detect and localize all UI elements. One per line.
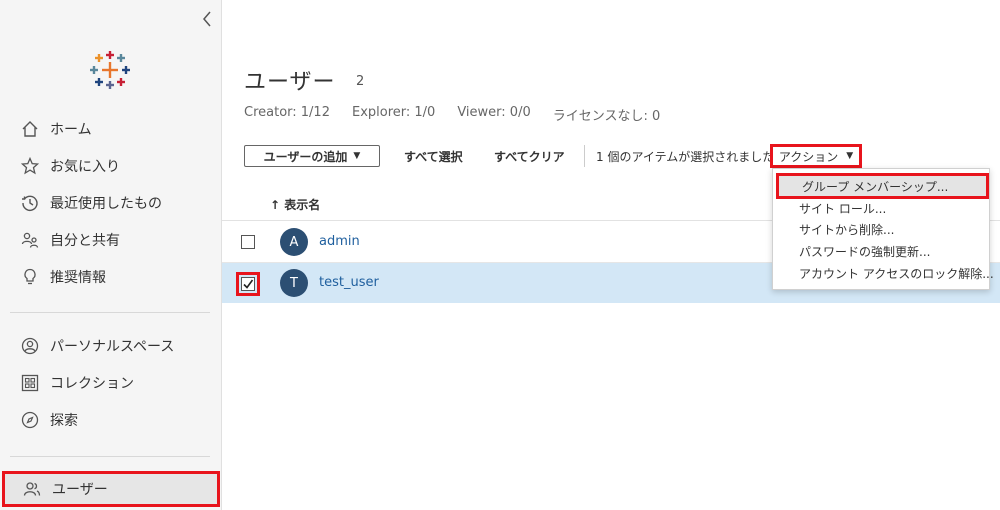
menu-item-remove-from-site[interactable]: サイトから削除... xyxy=(773,219,989,239)
sidebar-item-label: パーソナルスペース xyxy=(50,339,175,355)
compass-icon xyxy=(20,410,40,430)
sidebar-item-personal-space[interactable]: パーソナルスペース xyxy=(0,328,222,364)
add-user-button[interactable]: ユーザーの追加 ▼ xyxy=(244,145,380,167)
sidebar-divider xyxy=(10,312,210,313)
lightbulb-icon xyxy=(20,267,40,287)
shared-icon xyxy=(20,230,40,250)
row-checkbox[interactable] xyxy=(241,235,255,249)
menu-item-group-membership[interactable]: グループ メンバーシップ... xyxy=(776,173,989,199)
caret-down-icon: ▼ xyxy=(846,151,854,161)
sidebar-item-home[interactable]: ホーム xyxy=(0,111,222,147)
stat-viewer: Viewer: 0/0 xyxy=(457,105,531,120)
stat-unlicensed: ライセンスなし: 0 xyxy=(552,109,661,124)
toolbar-divider xyxy=(584,145,585,167)
sidebar-item-label: 推奨情報 xyxy=(50,270,106,286)
sidebar-item-label: 自分と共有 xyxy=(50,233,120,249)
star-icon xyxy=(20,156,40,176)
sidebar-item-label: 最近使用したもの xyxy=(50,196,162,212)
chevron-left-icon xyxy=(203,11,211,27)
sidebar-item-label: 探索 xyxy=(50,413,78,429)
sidebar-divider xyxy=(10,456,210,457)
avatar: A xyxy=(280,228,308,256)
sidebar-item-explore[interactable]: 探索 xyxy=(0,402,222,438)
menu-item-unlock-account[interactable]: アカウント アクセスのロック解除... xyxy=(773,263,994,283)
collapse-sidebar-button[interactable] xyxy=(198,8,216,30)
users-icon xyxy=(22,479,42,499)
column-header-display-name[interactable]: ↑ 表示名 xyxy=(270,196,320,213)
sidebar-item-collections[interactable]: コレクション xyxy=(0,365,222,401)
history-icon xyxy=(20,193,40,213)
sidebar: ホーム お気に入り 最近使用したもの 自分と共有 推奨情報 パーソナルスペース … xyxy=(0,0,222,510)
home-icon xyxy=(20,119,40,139)
menu-item-site-role[interactable]: サイト ロール... xyxy=(773,198,989,218)
person-icon xyxy=(20,336,40,356)
sidebar-item-label: ホーム xyxy=(50,122,92,138)
sidebar-item-shared-with-me[interactable]: 自分と共有 xyxy=(0,222,222,258)
actions-button[interactable]: アクション ▼ xyxy=(770,144,862,168)
sidebar-item-recommendations[interactable]: 推奨情報 xyxy=(0,259,222,295)
avatar: T xyxy=(280,269,308,297)
selection-status: 1 個のアイテムが選択されました xyxy=(596,150,775,164)
actions-menu: グループ メンバーシップ... サイト ロール... サイトから削除... パス… xyxy=(772,168,994,290)
checkbox-box xyxy=(241,277,255,291)
user-name-link[interactable]: admin xyxy=(319,234,360,249)
user-count: 2 xyxy=(356,74,365,89)
tableau-logo xyxy=(90,51,130,89)
select-all-button[interactable]: すべて選択 xyxy=(404,148,463,165)
checkmark-icon xyxy=(243,279,254,289)
sidebar-item-label: お気に入り xyxy=(50,159,120,175)
sidebar-item-favorites[interactable]: お気に入り xyxy=(0,148,222,184)
menu-item-force-password-update[interactable]: パスワードの強制更新... xyxy=(773,241,989,261)
actions-label: アクション xyxy=(778,149,839,164)
stat-explorer: Explorer: 1/0 xyxy=(351,105,436,120)
row-checkbox-checked[interactable] xyxy=(236,272,260,296)
sidebar-item-recents[interactable]: 最近使用したもの xyxy=(0,185,222,221)
caret-down-icon: ▼ xyxy=(353,151,361,161)
collection-icon xyxy=(20,373,40,393)
sidebar-item-label: コレクション xyxy=(50,376,134,392)
license-stats: Creator: 1/12 Explorer: 1/0 Viewer: 0/0 … xyxy=(244,105,660,124)
stat-creator: Creator: 1/12 xyxy=(244,105,330,120)
add-user-label: ユーザーの追加 xyxy=(263,149,348,164)
sidebar-item-users[interactable]: ユーザー xyxy=(2,471,220,507)
page-title: ユーザー xyxy=(244,70,336,95)
sidebar-item-label: ユーザー xyxy=(52,482,108,498)
user-name-link[interactable]: test_user xyxy=(319,275,379,290)
clear-all-button[interactable]: すべてクリア xyxy=(494,148,565,165)
